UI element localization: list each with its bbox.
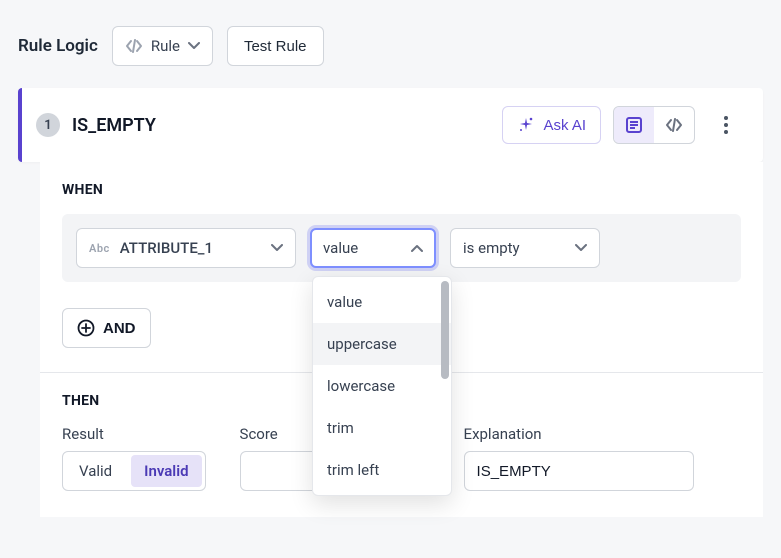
rule-mode-select[interactable]: Rule (112, 26, 213, 66)
sparkle-icon (517, 116, 535, 134)
add-and-button[interactable]: AND (62, 308, 151, 348)
chevron-up-icon (411, 244, 423, 252)
code-view-toggle[interactable] (654, 107, 694, 143)
transform-select[interactable]: value value uppercase lowercase trim tri… (310, 228, 436, 268)
attribute-select-value: ATTRIBUTE_1 (120, 239, 213, 257)
when-label: WHEN (62, 182, 741, 198)
topbar: Rule Logic Rule Test Rule (0, 0, 781, 82)
form-icon (625, 116, 643, 134)
view-toggle-group (613, 106, 695, 144)
dropdown-option-value[interactable]: value (313, 281, 451, 323)
result-valid-option[interactable]: Valid (63, 452, 128, 490)
explanation-input[interactable] (464, 451, 694, 491)
code-icon (125, 39, 143, 53)
transform-select-value: value (323, 239, 358, 257)
condition-row: Abc ATTRIBUTE_1 value value uppercase lo… (62, 214, 741, 282)
explanation-label: Explanation (464, 425, 694, 443)
ask-ai-button[interactable]: Ask AI (502, 106, 601, 144)
and-label: AND (103, 320, 136, 337)
attribute-select[interactable]: Abc ATTRIBUTE_1 (76, 228, 296, 268)
rule-name: IS_EMPTY (72, 115, 490, 136)
text-type-icon: Abc (89, 242, 110, 255)
page-title: Rule Logic (18, 36, 98, 56)
chevron-down-icon (575, 244, 587, 252)
result-column: Result Valid Invalid (62, 425, 206, 491)
result-invalid-option[interactable]: Invalid (131, 455, 201, 487)
rule-step-badge: 1 (36, 113, 60, 137)
dropdown-option-trim[interactable]: trim (313, 407, 451, 449)
plus-circle-icon (77, 319, 95, 337)
dropdown-scrollbar[interactable] (441, 281, 449, 379)
form-view-toggle[interactable] (614, 107, 654, 143)
ask-ai-label: Ask AI (543, 117, 586, 134)
code-icon (665, 118, 683, 132)
rule-mode-label: Rule (151, 37, 180, 55)
dropdown-option-trimleft[interactable]: trim left (313, 449, 451, 491)
result-label: Result (62, 425, 206, 443)
transform-dropdown: value uppercase lowercase trim trim left (312, 276, 452, 496)
when-section: WHEN Abc ATTRIBUTE_1 value value upperca… (40, 162, 763, 517)
rule-header-card: 1 IS_EMPTY Ask AI (18, 88, 763, 162)
test-rule-button[interactable]: Test Rule (227, 26, 324, 66)
more-menu-button[interactable] (707, 106, 745, 144)
chevron-down-icon (271, 244, 283, 252)
dropdown-option-uppercase[interactable]: uppercase (313, 323, 451, 365)
operator-select[interactable]: is empty (450, 228, 600, 268)
more-vertical-icon (724, 116, 728, 134)
explanation-column: Explanation (464, 425, 694, 491)
operator-select-value: is empty (463, 239, 520, 257)
chevron-down-icon (188, 42, 200, 50)
dropdown-option-lowercase[interactable]: lowercase (313, 365, 451, 407)
result-segmented: Valid Invalid (62, 451, 206, 491)
